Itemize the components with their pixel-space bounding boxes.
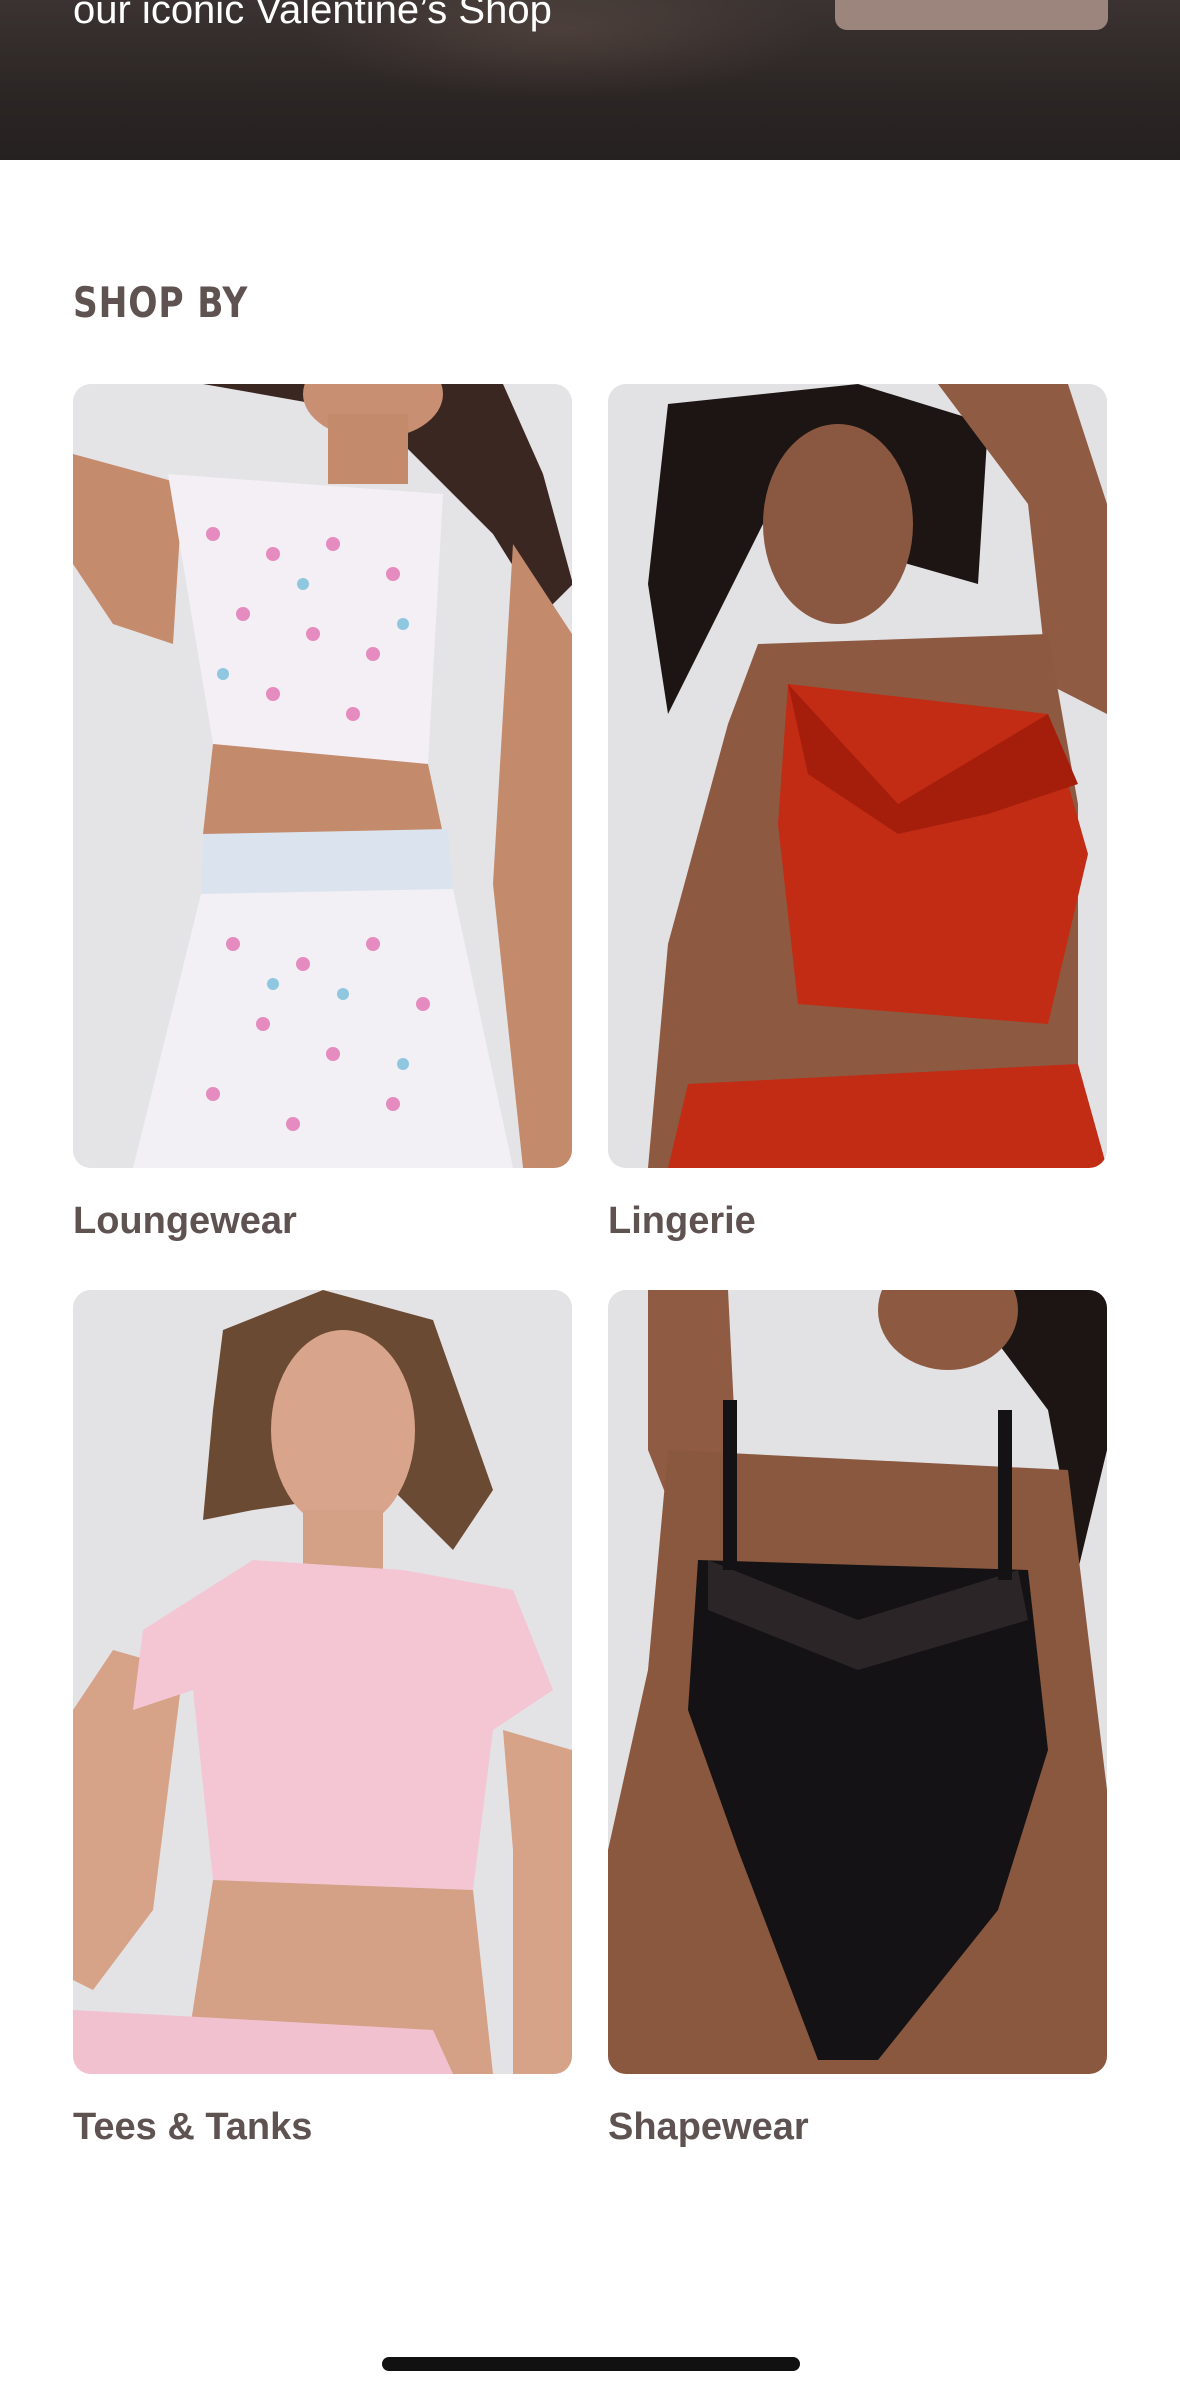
model-photo: [73, 384, 572, 1168]
model-photo: [608, 384, 1107, 1168]
hero-shop-button[interactable]: [835, 0, 1108, 30]
home-indicator[interactable]: [382, 2357, 800, 2371]
category-image[interactable]: [608, 1290, 1107, 2074]
model-photo: [73, 1290, 572, 2074]
screen: our iconic Valentine’s Shop SHOP BY Loun…: [0, 0, 1180, 2396]
model-photo: [608, 1290, 1107, 2074]
hero-banner[interactable]: our iconic Valentine’s Shop: [0, 0, 1180, 160]
category-label[interactable]: Lingerie: [608, 1200, 1107, 1243]
category-card-shapewear[interactable]: Shapewear: [608, 1290, 1107, 2149]
category-label[interactable]: Shapewear: [608, 2106, 1107, 2149]
section-title: SHOP BY: [73, 278, 249, 327]
hero-text: our iconic Valentine’s Shop: [73, 0, 552, 32]
category-image[interactable]: [73, 384, 572, 1168]
category-label[interactable]: Tees & Tanks: [73, 2106, 572, 2149]
category-card-tees-tanks[interactable]: Tees & Tanks: [73, 1290, 572, 2149]
category-card-lingerie[interactable]: Lingerie: [608, 384, 1107, 1243]
category-image[interactable]: [73, 1290, 572, 2074]
category-image[interactable]: [608, 384, 1107, 1168]
category-label[interactable]: Loungewear: [73, 1200, 572, 1243]
category-card-loungewear[interactable]: Loungewear: [73, 384, 572, 1243]
